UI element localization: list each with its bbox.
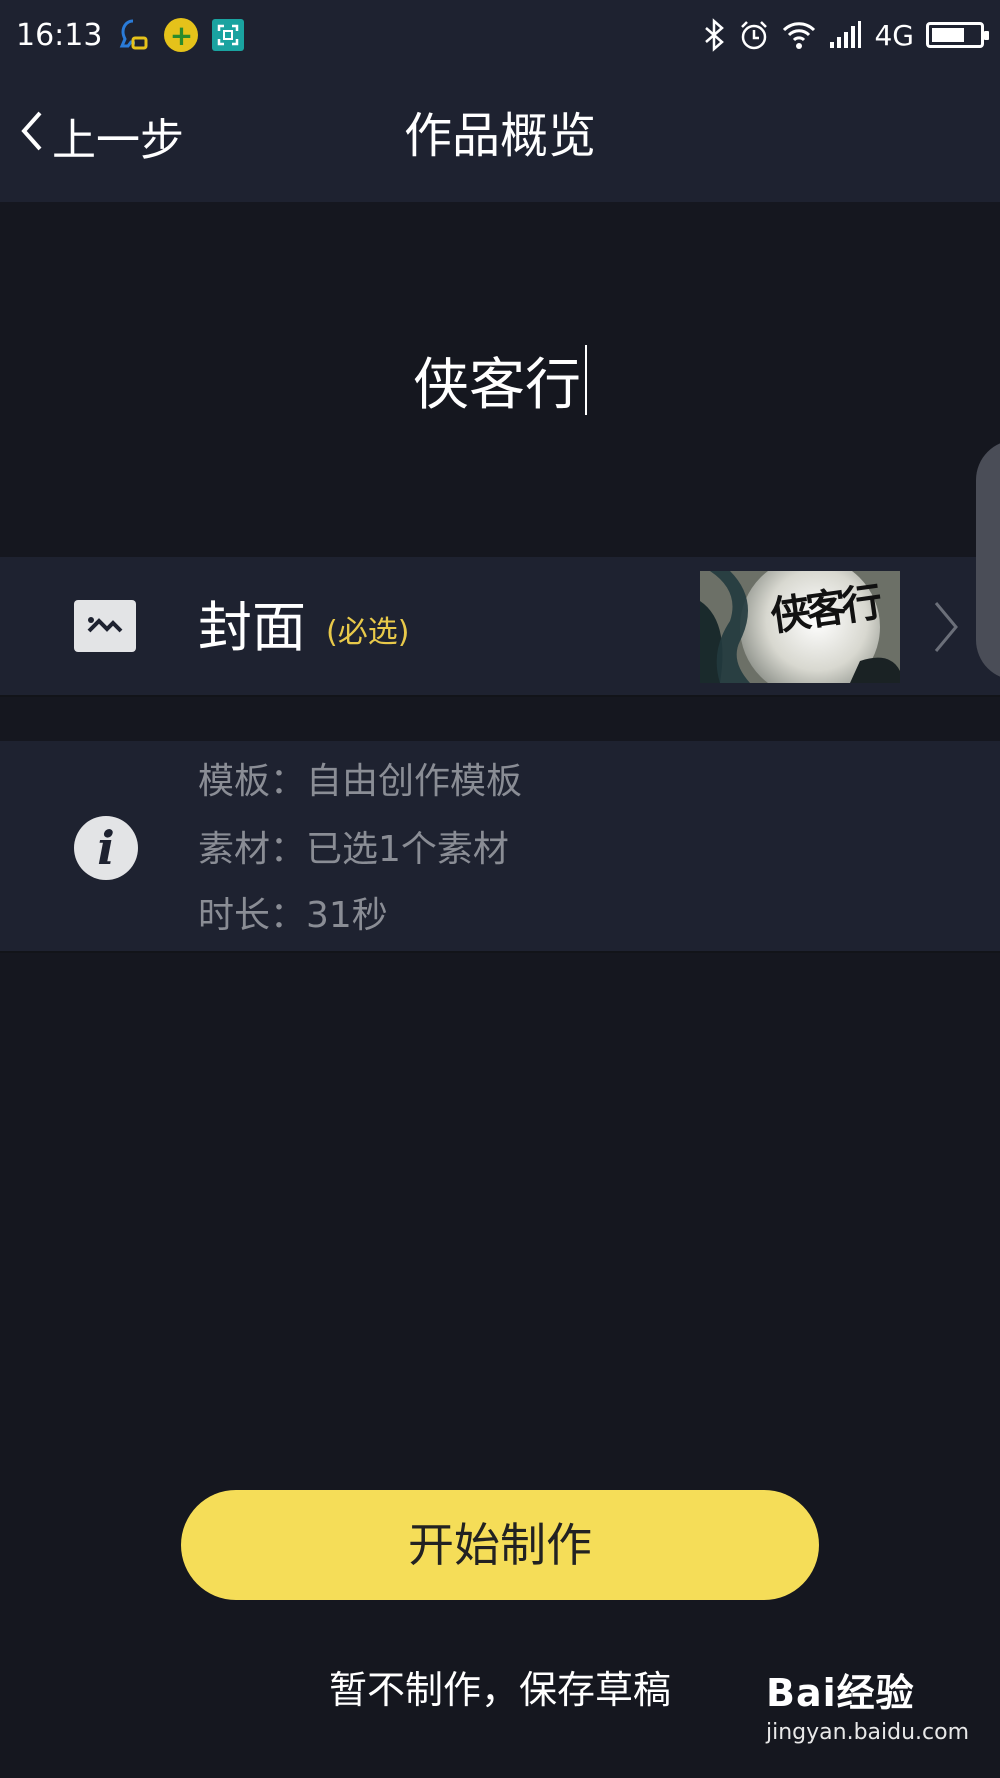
text-caret: [585, 345, 587, 415]
clock: 16:13: [16, 17, 103, 53]
info-icon: i: [74, 816, 138, 880]
signal-icon: [828, 20, 862, 50]
floating-edge-handle[interactable]: [976, 440, 1000, 680]
back-label: 上一步: [52, 115, 184, 166]
alarm-icon: [738, 19, 770, 51]
chevron-left-icon: [18, 109, 46, 164]
baidu-watermark: Bai经验 jingyan.baidu.com: [766, 1668, 996, 1768]
template-info: 模板：自由创作模板: [198, 761, 523, 802]
network-type: 4G: [874, 18, 914, 52]
start-button[interactable]: 开始制作: [181, 1490, 819, 1600]
scan-icon: [212, 19, 245, 51]
required-badge: (必选): [326, 615, 410, 650]
duration-info: 时长：31秒: [198, 895, 388, 936]
info-panel: i 模板：自由创作模板 素材：已选1个素材 时长：31秒: [0, 741, 1000, 953]
watermark-url: jingyan.baidu.com: [766, 1720, 970, 1745]
battery-icon: [926, 22, 989, 48]
materials-info: 素材：已选1个素材: [198, 829, 509, 870]
cover-label: 封面: [198, 596, 306, 659]
work-title: 侠客行: [413, 352, 581, 418]
wifi-icon: [782, 20, 816, 50]
360-icon: +: [164, 18, 199, 52]
back-button[interactable]: 上一步: [18, 98, 184, 174]
qq-icon: [116, 18, 150, 52]
battery-level: [932, 28, 965, 42]
bluetooth-icon: [702, 18, 726, 52]
image-icon: [74, 600, 136, 652]
app-screen: 16:13 + 4G 作品概览 上一步 侠客行 封面 (必选) 侠客行 i 模板…: [0, 0, 1000, 1778]
cover-thumbnail[interactable]: 侠客行: [700, 571, 900, 683]
header-bar: 作品概览 上一步: [0, 70, 1000, 202]
watermark-brand: Bai经验: [766, 1671, 915, 1715]
status-bar: 16:13 + 4G: [0, 0, 1000, 70]
cover-row[interactable]: 封面 (必选) 侠客行: [0, 557, 1000, 697]
work-title-field[interactable]: 侠客行: [0, 330, 1000, 430]
chevron-right-icon: [928, 597, 964, 657]
